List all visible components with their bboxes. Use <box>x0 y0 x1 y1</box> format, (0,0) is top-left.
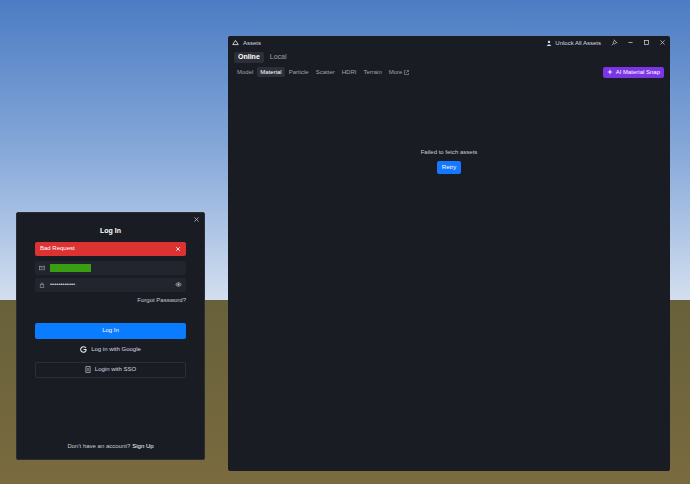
unlock-button[interactable]: Unlock All Assets <box>544 40 603 46</box>
password-value: •••••••••••• <box>50 280 170 289</box>
forgot-password-link[interactable]: Forgot Password? <box>35 296 186 305</box>
lock-icon <box>39 282 45 288</box>
retry-button[interactable]: Retry <box>437 161 461 174</box>
google-icon <box>80 346 87 353</box>
close-icon[interactable] <box>659 39 666 46</box>
assets-content: Failed to fetch assets Retry <box>228 78 670 471</box>
redaction-block <box>50 264 91 272</box>
email-field[interactable] <box>35 261 186 275</box>
mail-icon <box>39 265 45 271</box>
external-link-icon <box>404 70 409 75</box>
error-message: Failed to fetch assets <box>421 148 478 157</box>
ai-button-label: AI Material Snap <box>616 69 660 75</box>
category-tab-label: More <box>389 69 403 75</box>
unlock-label: Unlock All Assets <box>555 40 601 46</box>
category-tab-label: Material <box>260 69 281 75</box>
sparkle-icon <box>607 69 613 75</box>
document-icon <box>85 366 91 373</box>
source-tab[interactable]: Online <box>234 52 264 63</box>
category-tab-label: Particle <box>289 69 309 75</box>
category-bar: Model Material Particle Scatter HDRI Terrain M… <box>228 66 670 78</box>
close-icon[interactable] <box>175 246 181 252</box>
assets-window: Assets Unlock All Assets OnlineLocal Mod… <box>228 36 670 471</box>
password-field[interactable]: •••••••••••• <box>35 278 186 292</box>
login-button[interactable]: Log In <box>35 323 186 339</box>
sso-login-button[interactable]: Login with SSO <box>35 362 186 378</box>
category-tab[interactable]: Scatter <box>313 67 338 77</box>
category-tabs: Model Material Particle Scatter HDRI Terrain M… <box>234 67 412 77</box>
signup-row: Don't have an account? Sign Up <box>35 442 186 451</box>
category-tab[interactable]: Material <box>257 67 284 77</box>
ai-material-snap-button[interactable]: AI Material Snap <box>603 67 664 78</box>
sso-label: Login with SSO <box>95 365 136 374</box>
eye-icon[interactable] <box>175 281 182 288</box>
category-tab[interactable]: More <box>386 67 413 77</box>
signup-link[interactable]: Sign Up <box>132 442 153 451</box>
signup-prompt: Don't have an account? <box>67 442 130 451</box>
minimize-icon[interactable] <box>627 39 634 46</box>
google-login-button[interactable]: Log in with Google <box>35 342 186 357</box>
category-tab[interactable]: Particle <box>286 67 312 77</box>
category-tab[interactable]: Terrain <box>360 67 384 77</box>
category-tab[interactable]: Model <box>234 67 256 77</box>
category-tab[interactable]: HDRI <box>339 67 360 77</box>
source-tabs: OnlineLocal <box>228 50 670 64</box>
title-bar: Assets Unlock All Assets <box>228 36 670 49</box>
category-tab-label: HDRI <box>342 69 357 75</box>
source-tab[interactable]: Local <box>266 52 291 63</box>
google-label: Log in with Google <box>91 345 141 354</box>
login-dialog: Log In Bad Request •••••••••••• Forgot P… <box>16 212 205 460</box>
category-tab-label: Terrain <box>363 69 381 75</box>
category-tab-label: Model <box>237 69 253 75</box>
dialog-title: Log In <box>35 226 186 237</box>
logo-icon <box>232 39 239 46</box>
close-icon[interactable] <box>193 216 200 223</box>
error-text: Bad Request <box>40 244 175 253</box>
maximize-icon[interactable] <box>643 39 650 46</box>
category-tab-label: Scatter <box>316 69 335 75</box>
pin-icon[interactable] <box>611 39 618 46</box>
window-title: Assets <box>243 40 261 46</box>
error-banner: Bad Request <box>35 242 186 256</box>
person-icon <box>546 40 552 46</box>
